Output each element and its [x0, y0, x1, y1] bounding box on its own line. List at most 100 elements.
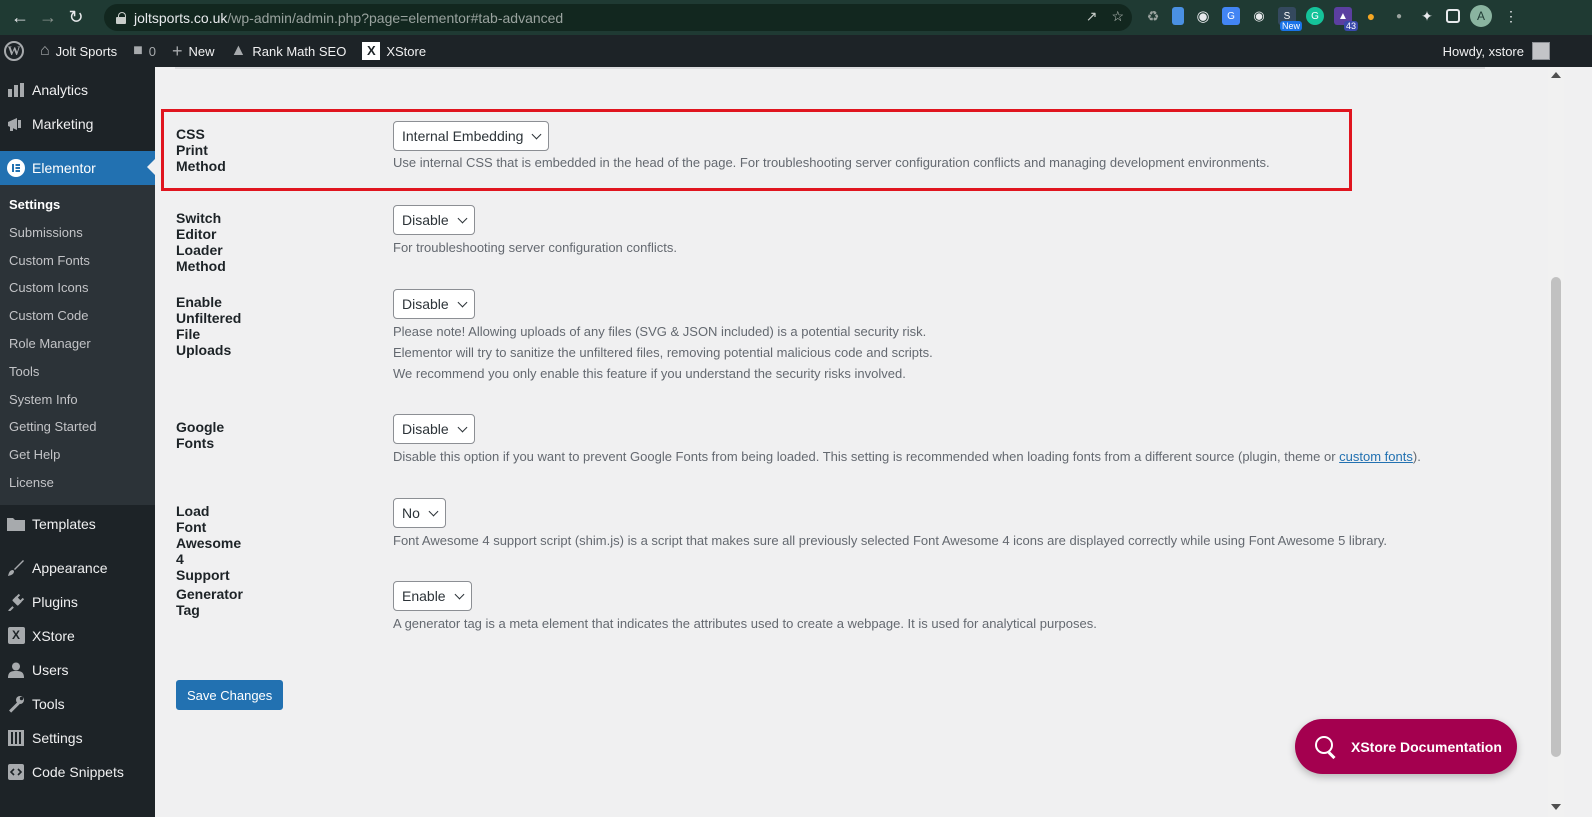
flame-extension-icon[interactable]: ● — [1362, 7, 1380, 25]
site-name-link[interactable]: ⌂ Jolt Sports — [32, 35, 125, 67]
setting-field: Disable Disable this option if you want … — [393, 414, 1421, 467]
menu-label: Appearance — [32, 559, 108, 576]
reload-icon[interactable]: ↻ — [62, 4, 90, 32]
submenu-role-manager[interactable]: Role Manager — [0, 330, 155, 358]
menu-item-settings[interactable]: Settings — [0, 721, 155, 755]
menu-item-elementor[interactable]: Elementor — [0, 151, 155, 185]
menu-item-xstore[interactable]: X XStore — [0, 619, 155, 653]
setting-label: Switch Editor Loader Method — [176, 210, 226, 274]
scroll-down-arrow-icon[interactable] — [1551, 804, 1561, 810]
code-icon — [6, 762, 26, 782]
howdy-text: Howdy, xstore — [1442, 43, 1524, 59]
submenu-custom-code[interactable]: Custom Code — [0, 302, 155, 330]
css-print-method-select[interactable]: Internal Embedding — [393, 121, 550, 151]
brush-icon — [6, 558, 26, 578]
save-changes-button[interactable]: Save Changes — [176, 680, 284, 710]
translate-extension-icon[interactable]: G — [1222, 7, 1240, 25]
search-icon — [1315, 735, 1337, 758]
submenu-get-help[interactable]: Get Help — [0, 441, 155, 469]
more-vert-icon[interactable]: ⋮ — [1502, 7, 1520, 25]
lock-icon — [116, 11, 126, 24]
submenu-custom-fonts[interactable]: Custom Fonts — [0, 247, 155, 275]
address-bar[interactable]: joltsports.co.uk/wp-admin/admin.php?page… — [104, 4, 1132, 31]
forward-arrow-icon[interactable]: → — [34, 4, 62, 32]
submenu-license[interactable]: License — [0, 469, 155, 497]
share-icon[interactable]: ↗ — [1086, 8, 1098, 25]
extensions-puzzle-icon[interactable]: ✦ — [1418, 7, 1436, 25]
comments-link[interactable]: ■ 0 — [125, 35, 164, 67]
menu-item-code-snippets[interactable]: Code Snippets — [0, 755, 155, 789]
setting-description: Font Awesome 4 support script (shim.js) … — [393, 533, 1387, 548]
back-arrow-icon[interactable]: ← — [6, 4, 34, 32]
url-path: /wp-admin/admin.php?page=elementor#tab-a… — [227, 9, 564, 26]
setting-description-line: We recommend you only enable this featur… — [393, 366, 906, 381]
site-name: Jolt Sports — [55, 43, 118, 59]
plus-icon: + — [172, 40, 183, 61]
menu-item-appearance[interactable]: Appearance — [0, 551, 155, 585]
menu-item-users[interactable]: Users — [0, 653, 155, 687]
menu-label: Marketing — [32, 116, 94, 132]
browser-toolbar: ← → ↻ joltsports.co.uk/wp-admin/admin.ph… — [0, 0, 1592, 35]
globe-extension-icon[interactable]: ◉ — [1194, 7, 1212, 25]
elementor-icon — [6, 158, 26, 178]
menu-item-tools[interactable]: Tools — [0, 687, 155, 721]
chevron-down-icon — [454, 589, 465, 599]
google-fonts-select[interactable]: Disable — [393, 414, 475, 444]
select-value: Disable — [402, 296, 449, 312]
menu-label: Users — [32, 661, 69, 678]
puzzle-x-extension-icon[interactable]: ● — [1390, 7, 1408, 25]
scrollbar-thumb[interactable] — [1551, 277, 1561, 757]
wrench-icon — [6, 694, 26, 714]
setting-field: Internal Embedding Use internal CSS that… — [393, 121, 1270, 173]
home-icon: ⌂ — [40, 42, 50, 59]
elementor-submenu: Settings Submissions Custom Fonts Custom… — [0, 185, 155, 505]
current-menu-arrow — [147, 159, 155, 175]
menu-label: Templates — [32, 515, 96, 532]
xstore-adminbar-link[interactable]: X XStore — [354, 35, 434, 67]
graduation-extension-icon[interactable]: ▲ 43 — [1334, 7, 1358, 31]
menu-item-marketing[interactable]: Marketing — [0, 107, 155, 141]
sidepanel-icon[interactable] — [1446, 9, 1460, 23]
new-extension-icon[interactable]: S New — [1278, 7, 1302, 31]
xstore-documentation-button[interactable]: XStore Documentation — [1295, 719, 1517, 774]
unfiltered-uploads-select[interactable]: Disable — [393, 289, 475, 319]
menu-item-plugins[interactable]: Plugins — [0, 585, 155, 619]
wordpress-logo-icon[interactable]: W — [0, 35, 32, 67]
submenu-custom-icons[interactable]: Custom Icons — [0, 274, 155, 302]
select-value: Enable — [402, 588, 446, 604]
submenu-getting-started[interactable]: Getting Started — [0, 413, 155, 441]
profile-avatar[interactable]: A — [1470, 5, 1492, 27]
select-value: Disable — [402, 421, 449, 437]
bar-chart-icon — [6, 80, 26, 100]
setting-description: Use internal CSS that is embedded in the… — [393, 155, 1270, 170]
recycle-extension-icon[interactable]: ♻ — [1144, 7, 1162, 25]
menu-item-templates[interactable]: Templates — [0, 507, 155, 541]
submenu-submissions[interactable]: Submissions — [0, 219, 155, 247]
select-value: Internal Embedding — [402, 128, 524, 144]
comment-bubble-icon: ■ — [133, 42, 143, 59]
setting-description: A generator tag is a meta element that i… — [393, 616, 1097, 631]
folder-icon — [6, 514, 26, 534]
sliders-icon — [6, 728, 26, 748]
custom-fonts-link[interactable]: custom fonts — [1339, 449, 1413, 464]
submenu-tools[interactable]: Tools — [0, 358, 155, 386]
camera-extension-icon[interactable]: ◉ — [1250, 7, 1268, 25]
grammarly-extension-icon[interactable]: G — [1306, 7, 1324, 25]
scroll-up-arrow-icon[interactable] — [1551, 72, 1561, 78]
new-content-link[interactable]: + New — [164, 35, 223, 67]
menu-label: Code Snippets — [32, 763, 124, 780]
rankmath-link[interactable]: ▲ Rank Math SEO — [223, 35, 355, 67]
my-account-link[interactable]: Howdy, xstore — [1443, 35, 1550, 67]
font-awesome-4-select[interactable]: No — [393, 498, 446, 528]
bookmark-star-icon[interactable]: ☆ — [1111, 8, 1124, 25]
editor-loader-select[interactable]: Disable — [393, 205, 475, 235]
docs-extension-icon[interactable] — [1172, 7, 1184, 25]
page-scrollbar[interactable] — [1548, 67, 1564, 817]
setting-description: For troubleshooting server configuration… — [393, 240, 677, 255]
submenu-system-info[interactable]: System Info — [0, 386, 155, 414]
menu-item-analytics[interactable]: Analytics — [0, 73, 155, 107]
rankmath-icon: ▲ — [230, 42, 247, 59]
generator-tag-select[interactable]: Enable — [393, 581, 472, 611]
wp-admin-bar: W ⌂ Jolt Sports ■ 0 + New ▲ Rank Math SE… — [0, 35, 1592, 67]
submenu-settings[interactable]: Settings — [0, 191, 155, 219]
